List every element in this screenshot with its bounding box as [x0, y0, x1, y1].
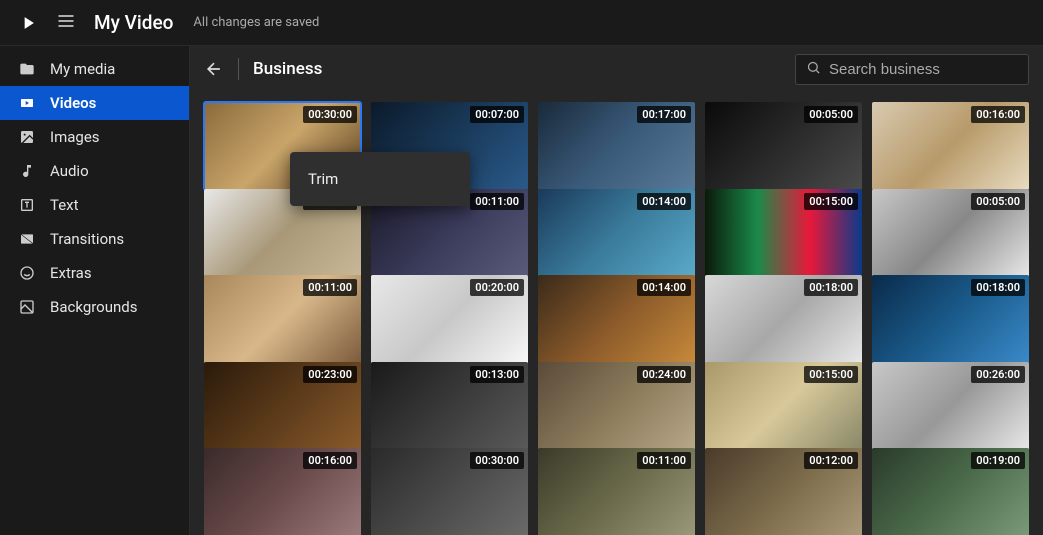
duration-badge: 00:16:00 [971, 106, 1025, 123]
save-status: All changes are saved [193, 15, 319, 30]
video-thumb[interactable]: 00:18:00 [872, 275, 1029, 363]
transition-icon [18, 231, 36, 247]
duration-badge: 00:14:00 [637, 279, 691, 296]
sidebar-item-label: My media [50, 60, 115, 78]
duration-badge: 00:07:00 [470, 106, 524, 123]
sidebar-item-label: Videos [50, 94, 96, 112]
main-panel: Business 00:30:00 00:07:00 00:17:00 00:05:0… [190, 46, 1043, 535]
context-menu: Trim [290, 152, 470, 206]
sidebar-item-backgrounds[interactable]: Backgrounds [0, 290, 189, 324]
duration-badge: 00:26:00 [971, 366, 1025, 383]
search-box[interactable] [795, 54, 1029, 85]
duration-badge: 00:11:00 [637, 452, 691, 469]
folder-icon [18, 61, 36, 77]
app-logo-icon [18, 13, 38, 33]
duration-badge: 00:19:00 [971, 452, 1025, 469]
video-thumb[interactable]: 00:05:00 [705, 102, 862, 190]
audio-icon [18, 163, 36, 179]
duration-badge: 00:24:00 [637, 366, 691, 383]
duration-badge: 00:18:00 [804, 279, 858, 296]
video-thumb[interactable]: 00:15:00 [705, 189, 862, 277]
image-icon [18, 129, 36, 145]
duration-badge: 00:11:00 [303, 279, 357, 296]
duration-badge: 00:14:00 [637, 193, 691, 210]
duration-badge: 00:23:00 [303, 366, 357, 383]
duration-badge: 00:05:00 [804, 106, 858, 123]
video-thumb[interactable]: 00:18:00 [705, 275, 862, 363]
video-thumb[interactable]: 00:17:00 [538, 102, 695, 190]
duration-badge: 00:13:00 [470, 366, 524, 383]
sidebar-item-label: Text [50, 196, 79, 214]
duration-badge: 00:18:00 [971, 279, 1025, 296]
video-thumb[interactable]: 00:05:00 [872, 189, 1029, 277]
video-thumb[interactable]: 00:23:00 [204, 362, 361, 450]
category-title: Business [253, 59, 322, 79]
duration-badge: 00:16:00 [303, 452, 357, 469]
sidebar-item-text[interactable]: Text [0, 188, 189, 222]
duration-badge: 00:05:00 [971, 193, 1025, 210]
video-thumb[interactable]: 00:14:00 [538, 189, 695, 277]
duration-badge: 00:20:00 [470, 279, 524, 296]
search-icon [806, 60, 821, 79]
video-thumb[interactable]: 00:19:00 [872, 448, 1029, 535]
video-thumb[interactable]: 00:16:00 [872, 102, 1029, 190]
sidebar-item-label: Transitions [50, 230, 124, 248]
video-icon [18, 95, 36, 111]
video-thumb[interactable]: 00:12:00 [705, 448, 862, 535]
divider [238, 58, 239, 80]
duration-badge: 00:12:00 [804, 452, 858, 469]
sidebar: My media Videos Images Audio Text Transi… [0, 46, 190, 535]
sidebar-item-label: Extras [50, 264, 92, 282]
video-thumb[interactable]: 00:13:00 [371, 362, 528, 450]
context-menu-trim[interactable]: Trim [290, 162, 470, 196]
sidebar-item-label: Images [50, 128, 100, 146]
project-title: My Video [94, 11, 173, 34]
sidebar-item-audio[interactable]: Audio [0, 154, 189, 188]
text-icon [18, 197, 36, 213]
video-thumb[interactable]: 00:24:00 [538, 362, 695, 450]
duration-badge: 00:30:00 [303, 106, 357, 123]
video-thumb[interactable]: 00:11:00 [204, 275, 361, 363]
video-thumb[interactable]: 00:14:00 [538, 275, 695, 363]
main-header: Business [190, 46, 1043, 92]
search-input[interactable] [829, 61, 1018, 78]
duration-badge: 00:15:00 [804, 366, 858, 383]
sidebar-item-label: Backgrounds [50, 298, 137, 316]
sidebar-item-my-media[interactable]: My media [0, 52, 189, 86]
sidebar-item-images[interactable]: Images [0, 120, 189, 154]
duration-badge: 00:11:00 [470, 193, 524, 210]
video-thumb[interactable]: 00:15:00 [705, 362, 862, 450]
duration-badge: 00:15:00 [804, 193, 858, 210]
sidebar-item-label: Audio [50, 162, 89, 180]
menu-icon[interactable] [56, 11, 76, 35]
video-thumb[interactable]: 00:30:00 [371, 448, 528, 535]
video-thumb[interactable]: 00:26:00 [872, 362, 1029, 450]
video-thumb[interactable]: 00:16:00 [204, 448, 361, 535]
sidebar-item-videos[interactable]: Videos [0, 86, 189, 120]
video-thumb[interactable]: 00:20:00 [371, 275, 528, 363]
back-icon[interactable] [204, 59, 224, 79]
app-header: My Video All changes are saved [0, 0, 1043, 46]
sidebar-item-transitions[interactable]: Transitions [0, 222, 189, 256]
background-icon [18, 299, 36, 315]
sidebar-item-extras[interactable]: Extras [0, 256, 189, 290]
duration-badge: 00:17:00 [637, 106, 691, 123]
duration-badge: 00:30:00 [470, 452, 524, 469]
video-thumb[interactable]: 00:11:00 [538, 448, 695, 535]
extras-icon [18, 265, 36, 281]
